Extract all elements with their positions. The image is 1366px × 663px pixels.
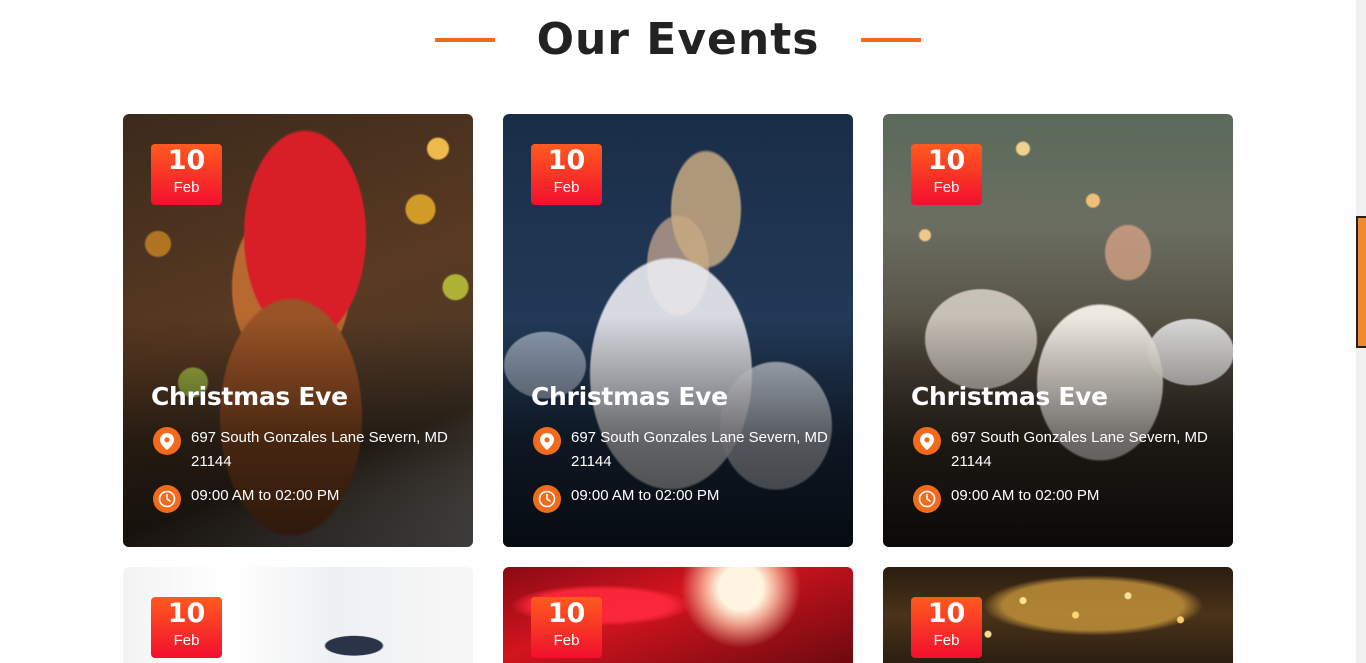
event-time: 09:00 AM to 02:00 PM xyxy=(153,484,339,513)
heading-right-line xyxy=(861,38,922,42)
event-card[interactable]: 10 Feb xyxy=(503,567,853,663)
date-badge: 10 Feb xyxy=(531,597,602,658)
event-location: 697 South Gonzales Lane Severn, MD 21144 xyxy=(533,426,843,474)
location-text: 697 South Gonzales Lane Severn, MD 21144 xyxy=(951,429,1208,470)
clock-icon xyxy=(533,485,561,513)
date-day: 10 xyxy=(167,598,206,629)
date-day: 10 xyxy=(927,598,966,629)
event-location: 697 South Gonzales Lane Severn, MD 21144 xyxy=(153,426,463,474)
date-month: Feb xyxy=(553,179,580,196)
time-text: 09:00 AM to 02:00 PM xyxy=(191,487,340,504)
event-time: 09:00 AM to 02:00 PM xyxy=(533,484,719,513)
clock-icon xyxy=(153,485,181,513)
section-heading: Our Events xyxy=(0,0,1356,80)
event-title[interactable]: Christmas Eve xyxy=(911,382,1108,411)
event-title[interactable]: Christmas Eve xyxy=(151,382,348,411)
location-text: 697 South Gonzales Lane Severn, MD 21144 xyxy=(191,429,448,470)
event-card[interactable]: 10 Feb Christmas Eve 697 South Gonzales … xyxy=(883,114,1233,547)
date-month: Feb xyxy=(173,632,200,649)
date-badge: 10 Feb xyxy=(911,144,982,205)
date-day: 10 xyxy=(167,145,206,176)
event-card[interactable]: 10 Feb Christmas Eve 697 South Gonzales … xyxy=(123,114,473,547)
time-text: 09:00 AM to 02:00 PM xyxy=(951,487,1100,504)
date-badge: 10 Feb xyxy=(151,597,222,658)
clock-icon xyxy=(913,485,941,513)
map-pin-icon xyxy=(913,427,941,455)
event-card[interactable]: 10 Feb xyxy=(883,567,1233,663)
date-day: 10 xyxy=(927,145,966,176)
event-time: 09:00 AM to 02:00 PM xyxy=(913,484,1099,513)
event-title[interactable]: Christmas Eve xyxy=(531,382,728,411)
time-text: 09:00 AM to 02:00 PM xyxy=(571,487,720,504)
date-day: 10 xyxy=(547,145,586,176)
scrollbar-thumb[interactable] xyxy=(1356,216,1366,348)
date-badge: 10 Feb xyxy=(151,144,222,205)
map-pin-icon xyxy=(153,427,181,455)
heading-left-line xyxy=(434,38,495,42)
date-month: Feb xyxy=(933,632,960,649)
date-month: Feb xyxy=(173,179,200,196)
event-location: 697 South Gonzales Lane Severn, MD 21144 xyxy=(913,426,1223,474)
map-pin-icon xyxy=(533,427,561,455)
date-badge: 10 Feb xyxy=(911,597,982,658)
date-day: 10 xyxy=(547,598,586,629)
event-card[interactable]: 10 Feb Christmas Eve 697 South Gonzales … xyxy=(503,114,853,547)
location-text: 697 South Gonzales Lane Severn, MD 21144 xyxy=(571,429,828,470)
section-title: Our Events xyxy=(536,14,820,65)
events-page: Our Events 10 Feb Christmas Eve 697 Sout… xyxy=(0,0,1366,663)
date-month: Feb xyxy=(933,179,960,196)
event-card[interactable]: 10 Feb xyxy=(123,567,473,663)
date-badge: 10 Feb xyxy=(531,144,602,205)
date-month: Feb xyxy=(553,632,580,649)
